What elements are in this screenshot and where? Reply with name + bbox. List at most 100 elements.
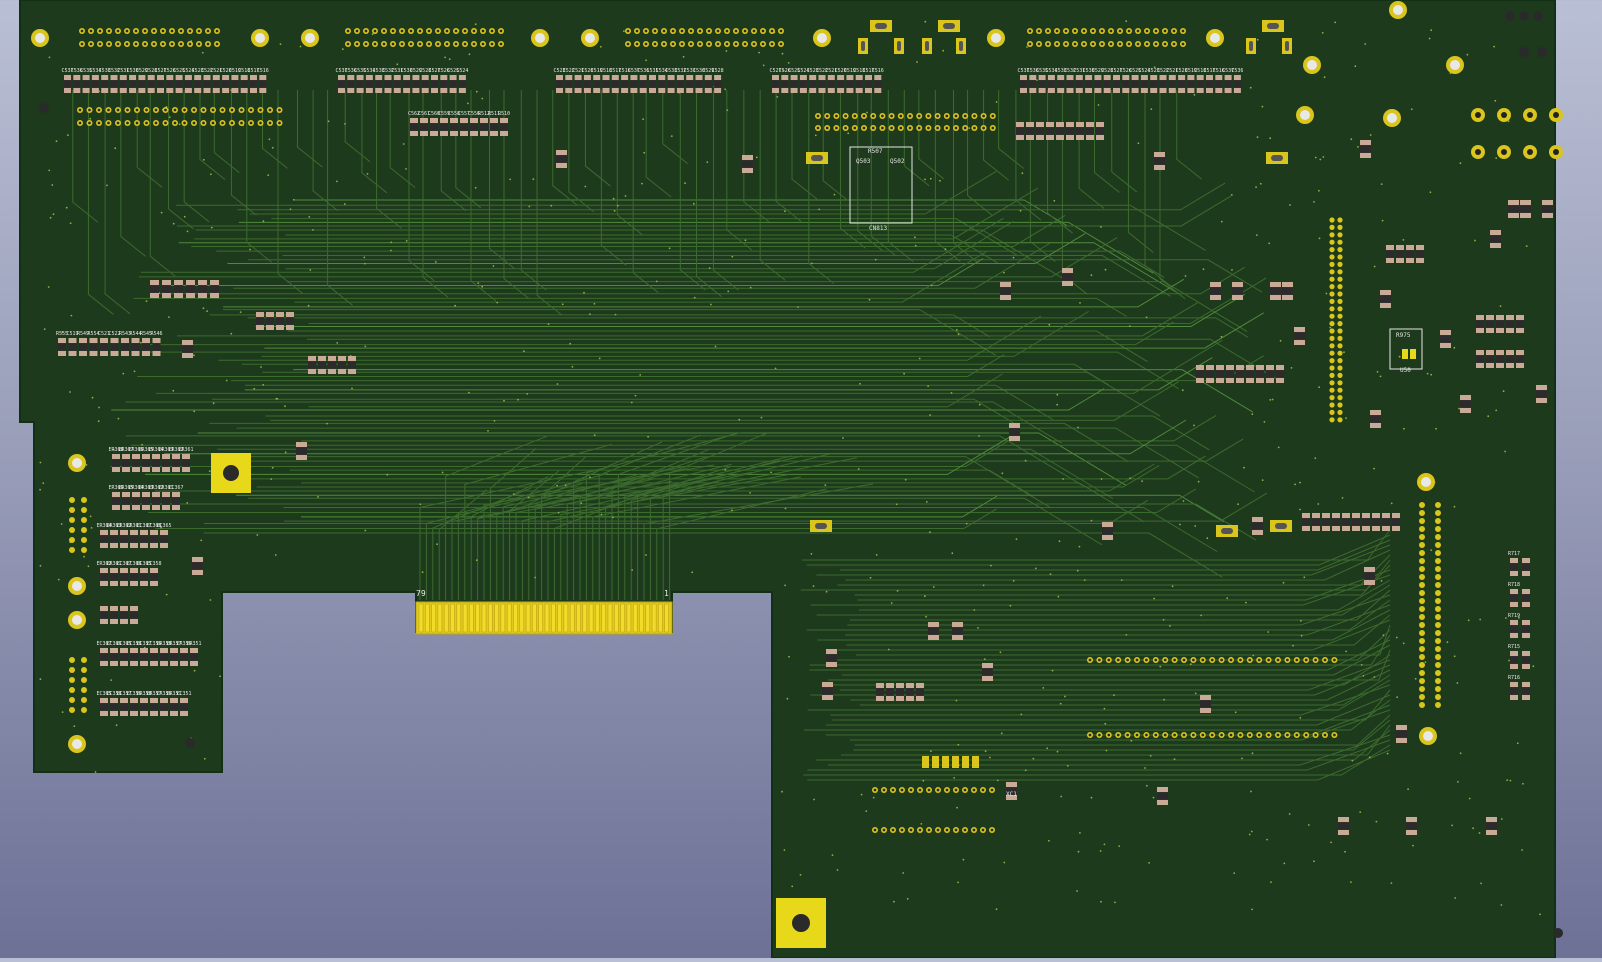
via bbox=[1325, 292, 1328, 295]
smd-cap bbox=[166, 75, 174, 81]
header-pad-drill bbox=[1314, 733, 1317, 737]
via bbox=[930, 750, 932, 752]
smd-cap bbox=[190, 648, 198, 654]
header-pad-drill bbox=[882, 788, 886, 792]
via bbox=[1375, 820, 1378, 823]
smd-cap bbox=[1510, 663, 1518, 669]
header-pad-drill bbox=[716, 29, 720, 33]
via bbox=[117, 417, 120, 420]
via bbox=[48, 56, 51, 59]
header-pad-drill bbox=[1127, 29, 1131, 33]
header-pad bbox=[1419, 622, 1425, 628]
smd-cap bbox=[1522, 589, 1530, 595]
via bbox=[1414, 677, 1417, 680]
smd-cap bbox=[100, 338, 108, 344]
smd-cap bbox=[384, 87, 392, 93]
smd-component bbox=[876, 683, 884, 701]
silk-label: R546 bbox=[150, 331, 162, 337]
header-pad-drill bbox=[170, 42, 174, 46]
via bbox=[145, 300, 148, 302]
via bbox=[995, 908, 998, 911]
header-pad-drill bbox=[418, 42, 422, 46]
smd-cap bbox=[1157, 799, 1168, 805]
header-pad-drill bbox=[1107, 733, 1111, 737]
smd-cap bbox=[1246, 377, 1254, 383]
smd-component bbox=[1210, 282, 1221, 300]
header-pad bbox=[81, 697, 87, 703]
smd-component bbox=[142, 454, 150, 472]
smd-cap bbox=[1131, 75, 1139, 81]
smd-component bbox=[119, 75, 127, 93]
via bbox=[983, 658, 986, 660]
via bbox=[944, 248, 947, 251]
header-pad bbox=[1419, 598, 1425, 604]
via bbox=[1181, 389, 1184, 392]
smd-component bbox=[1460, 395, 1471, 413]
smd-cap bbox=[556, 87, 563, 93]
smd-cap bbox=[132, 466, 140, 472]
smd-cap bbox=[1226, 365, 1234, 371]
via bbox=[1321, 32, 1324, 34]
smd-cap bbox=[676, 87, 684, 93]
via bbox=[1114, 901, 1116, 904]
via bbox=[52, 213, 55, 216]
via bbox=[1130, 739, 1133, 742]
header-pad-drill bbox=[1163, 658, 1167, 662]
header-pad-drill bbox=[1181, 42, 1185, 46]
mounting-hole bbox=[991, 33, 1001, 43]
header-pad-drill bbox=[1091, 42, 1095, 46]
smd-component bbox=[874, 75, 882, 93]
smd-cap bbox=[1312, 513, 1320, 519]
edge-finger bbox=[569, 603, 575, 633]
smd-cap bbox=[855, 75, 863, 81]
via bbox=[341, 48, 344, 51]
smd-cap bbox=[375, 75, 383, 81]
smd-component bbox=[431, 75, 438, 93]
via bbox=[1231, 269, 1233, 271]
header-pad bbox=[1435, 518, 1441, 524]
smd-cap bbox=[393, 87, 401, 93]
edge-finger bbox=[519, 603, 525, 633]
via bbox=[1268, 242, 1271, 245]
smd-component bbox=[1508, 200, 1519, 218]
smd-cap bbox=[886, 683, 894, 689]
smd-cap bbox=[140, 648, 148, 654]
smd-component bbox=[166, 75, 174, 93]
header-pad bbox=[1329, 417, 1335, 423]
smd-cap bbox=[827, 75, 835, 81]
smd-component bbox=[1486, 350, 1494, 368]
smd-cap bbox=[160, 698, 168, 704]
smd-cap bbox=[266, 324, 274, 330]
via bbox=[612, 197, 615, 200]
smd-cap bbox=[704, 75, 712, 81]
smd-cap bbox=[286, 312, 294, 318]
smd-cap bbox=[132, 492, 140, 498]
smd-component bbox=[1226, 365, 1234, 383]
smd-cap bbox=[1252, 529, 1263, 535]
header-pad-drill bbox=[481, 42, 485, 46]
smd-component bbox=[231, 75, 239, 93]
smd-cap bbox=[1516, 350, 1524, 356]
header-pad-drill bbox=[230, 121, 234, 125]
via bbox=[624, 195, 627, 197]
smd-component bbox=[212, 75, 220, 93]
silk-label: R510 bbox=[498, 111, 510, 117]
smd-component bbox=[1542, 200, 1553, 218]
smd-cap bbox=[82, 87, 90, 93]
via bbox=[1426, 372, 1429, 375]
smd-cap bbox=[1131, 87, 1139, 93]
smd-cap bbox=[130, 530, 138, 536]
via bbox=[371, 33, 374, 36]
smd-component bbox=[1506, 350, 1514, 368]
via bbox=[262, 383, 265, 386]
header-pad-drill bbox=[249, 121, 253, 125]
smd-component bbox=[809, 75, 817, 93]
smd-cap bbox=[1392, 513, 1400, 519]
header-pad-drill bbox=[662, 42, 666, 46]
smd-cap bbox=[112, 492, 120, 498]
smd-cap bbox=[73, 75, 81, 81]
silk-label: ER361 bbox=[178, 447, 193, 453]
via bbox=[977, 627, 979, 629]
smd-cap bbox=[470, 130, 478, 136]
smd-cap bbox=[1236, 377, 1244, 383]
